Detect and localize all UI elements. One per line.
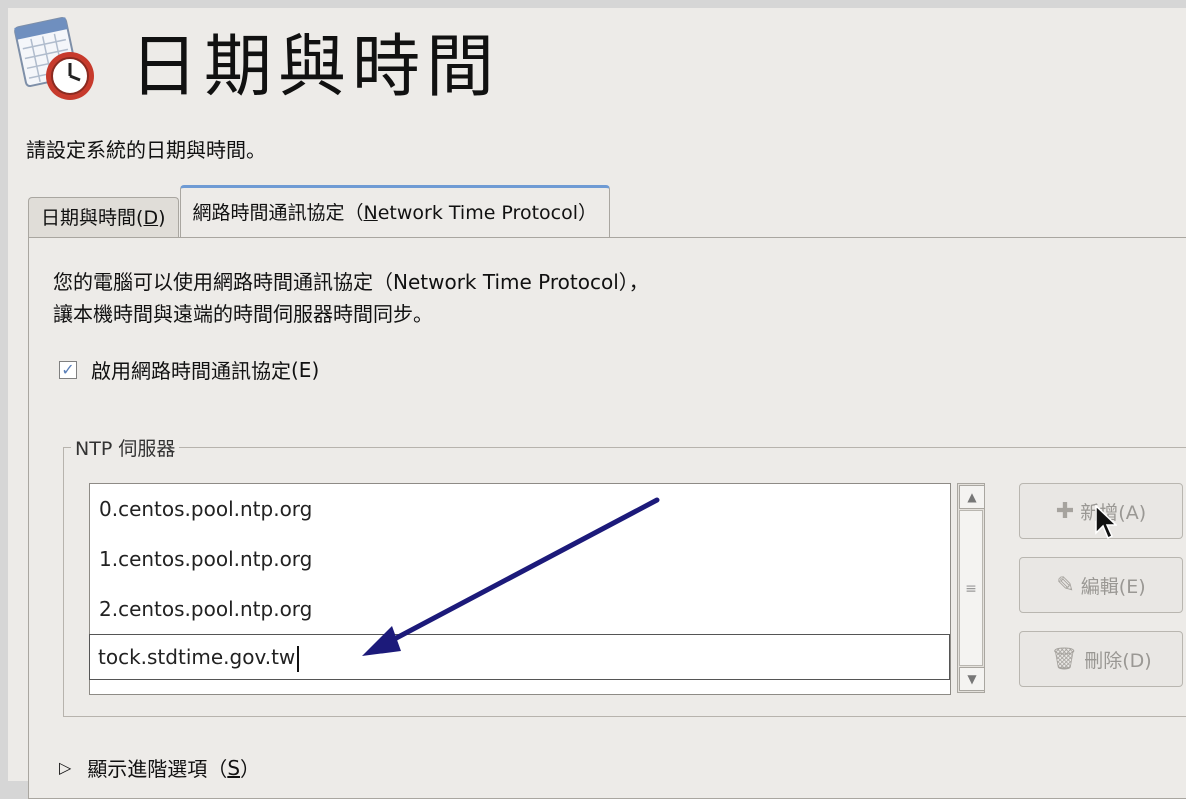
ntp-panel: 您的電腦可以使用網路時間通訊協定（Network Time Protocol），… (28, 237, 1186, 799)
enable-ntp-row[interactable]: ✓ 啟用網路時間通訊協定 (E) (59, 355, 319, 384)
tab-mnemonic: N (363, 202, 378, 224)
calendar-clock-icon (12, 14, 104, 106)
date-time-window: 日期與時間 請設定系統的日期與時間。 日期與時間(D) 網路時間通訊協定（Net… (8, 8, 1186, 799)
expander-triangle-icon: ▷ (59, 758, 72, 777)
delete-button-label: 刪除(D) (1084, 649, 1152, 672)
list-item[interactable]: 1.centos.pool.ntp.org (90, 534, 950, 584)
description-line: 您的電腦可以使用網路時間通訊協定（Network Time Protocol）， (53, 270, 649, 294)
list-item[interactable]: 0.centos.pool.ntp.org (90, 484, 950, 534)
scroll-thumb[interactable]: ≡ (959, 510, 983, 666)
enable-ntp-mnemonic: (E) (291, 357, 320, 382)
advanced-label: 顯示進階選項（ (87, 757, 228, 781)
plus-icon: ✚ (1055, 498, 1075, 524)
list-scrollbar[interactable]: ▲ ≡ ▼ (957, 483, 985, 693)
enable-ntp-label: 啟用網路時間通訊協定 (91, 359, 291, 383)
tab-label-rest: etwork Time Protocol） (377, 202, 597, 224)
enable-ntp-checkbox[interactable]: ✓ (59, 360, 77, 379)
edit-server-button[interactable]: ✎ 編輯(E) (1019, 557, 1183, 613)
tab-bar: 日期與時間(D) 網路時間通訊協定（Network Time Protocol） (28, 185, 611, 239)
tab-date-time[interactable]: 日期與時間(D) (28, 197, 179, 238)
description-line: 讓本機時間與遠端的時間伺服器時間同步。 (53, 302, 433, 326)
server-edit-text: tock.stdtime.gov.tw (98, 645, 296, 669)
text-caret (297, 645, 300, 672)
scroll-down-button[interactable]: ▼ (959, 667, 985, 691)
ntp-server-list[interactable]: 0.centos.pool.ntp.org 1.centos.pool.ntp.… (89, 483, 951, 695)
mouse-cursor-icon (1095, 505, 1117, 540)
list-item[interactable]: 2.centos.pool.ntp.org (90, 584, 950, 634)
trash-icon: 🗑 (1050, 646, 1079, 672)
page-title: 日期與時間 (130, 27, 501, 107)
tab-label: 日期與時間 (41, 207, 137, 229)
ntp-description: 您的電腦可以使用網路時間通訊協定（Network Time Protocol），… (53, 266, 649, 330)
edit-icon: ✎ (1056, 572, 1075, 598)
tab-ntp[interactable]: 網路時間通訊協定（Network Time Protocol） (179, 185, 610, 239)
header: 日期與時間 (12, 10, 500, 110)
ntp-servers-frame-label: NTP 伺服器 (71, 434, 180, 461)
tab-label: 網路時間通訊協定（ (192, 202, 364, 224)
advanced-label-end: ） (240, 757, 261, 781)
subtitle: 請設定系統的日期與時間。 (26, 138, 266, 162)
scroll-up-button[interactable]: ▲ (959, 485, 985, 509)
advanced-mnemonic: S (227, 755, 241, 780)
advanced-options-toggle[interactable]: ▷ 顯示進階選項（ S） (59, 753, 260, 782)
edit-button-label: 編輯(E) (1080, 575, 1146, 598)
delete-server-button[interactable]: 🗑 刪除(D) (1019, 631, 1183, 687)
server-edit-input[interactable]: tock.stdtime.gov.tw (89, 634, 950, 680)
tab-mnemonic: D (143, 207, 159, 229)
